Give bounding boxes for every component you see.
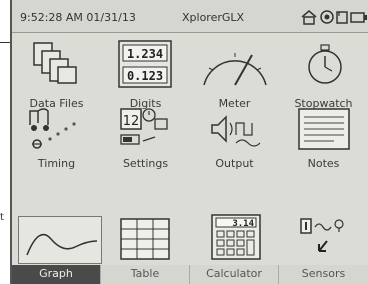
digits-readout-top: 1.234 [127, 47, 163, 61]
app-graph[interactable] [18, 216, 102, 264]
app-label-bar: Graph Table Calculator Sensors [12, 265, 368, 284]
sensor-status-icon [320, 10, 334, 24]
output-icon [211, 115, 261, 147]
app-notes[interactable]: Notes [279, 97, 368, 170]
timing-icon [29, 108, 76, 149]
status-bar: 9:52:28 AM 01/31/13 XplorerGLX [12, 0, 368, 33]
stopwatch-icon [308, 44, 342, 84]
app-settings[interactable]: 12 Settings [101, 97, 190, 170]
app-sensors[interactable] [279, 211, 368, 269]
calculator-display: 3.14 [232, 219, 254, 229]
app-label: Settings [122, 157, 169, 170]
tab-calculator[interactable]: Calculator [190, 265, 279, 284]
app-label: Timing [37, 157, 76, 170]
battery-icon [350, 12, 367, 23]
tab-table[interactable]: Table [101, 265, 190, 284]
edge-mark [0, 42, 10, 43]
app-digits[interactable]: 1.234 0.123 Digits [101, 33, 190, 110]
tab-sensors[interactable]: Sensors [279, 265, 368, 284]
app-calculator[interactable]: 3.14 [190, 211, 279, 269]
sensors-icon [300, 218, 344, 252]
app-label: Output [215, 157, 254, 170]
status-icons [300, 9, 368, 25]
calculator-icon: 3.14 [211, 214, 261, 260]
tab-graph[interactable]: Graph [12, 265, 101, 284]
edge-letter: t [0, 212, 4, 223]
data-files-icon [33, 42, 77, 84]
app-stopwatch[interactable]: Stopwatch [279, 33, 368, 110]
notes-icon [298, 108, 350, 150]
clock-date: 9:52:28 AM 01/31/13 [20, 11, 136, 24]
app-title: XplorerGLX [182, 11, 245, 24]
digits-icon: 1.234 0.123 [118, 40, 172, 88]
app-table[interactable] [101, 211, 190, 269]
app-output[interactable]: Output [190, 97, 279, 170]
app-data-files[interactable]: Data Files [12, 33, 101, 110]
settings-calendar-day: 12 [123, 114, 140, 129]
home-icon[interactable] [301, 10, 317, 25]
app-meter[interactable]: Meter [190, 33, 279, 110]
graph-icon [26, 233, 98, 256]
meter-icon [203, 53, 267, 86]
storage-icon [336, 11, 348, 24]
settings-icon: 12 [120, 108, 168, 145]
digits-readout-bottom: 0.123 [127, 69, 163, 83]
app-timing[interactable]: Timing [12, 97, 101, 170]
app-label: Notes [307, 157, 340, 170]
table-icon [120, 218, 170, 260]
device-screen: 9:52:28 AM 01/31/13 XplorerGLX Data File… [10, 0, 368, 284]
